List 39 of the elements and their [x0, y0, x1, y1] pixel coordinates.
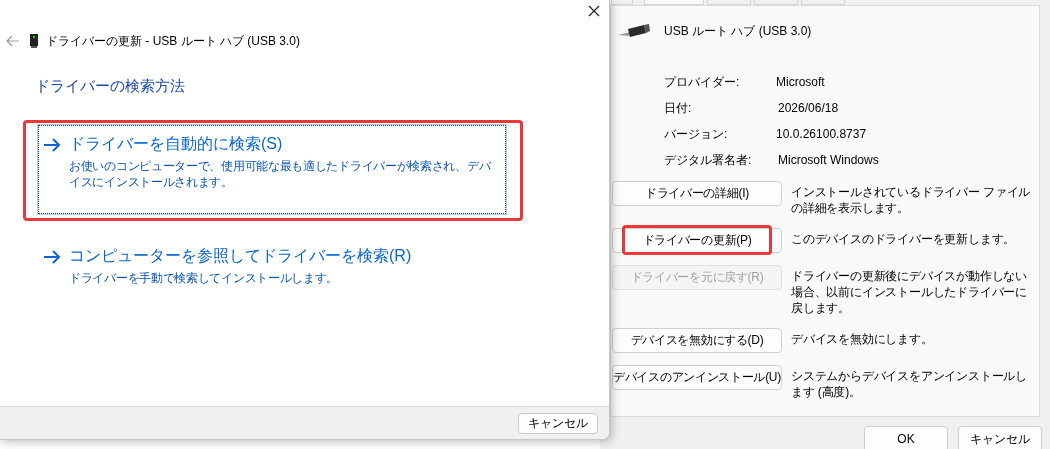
- driver-action-button[interactable]: ドライバーの詳細(I): [612, 181, 782, 206]
- action-description: ドライバーの更新後にデバイスが動作しない場合、以前にインストールしたドライバーに戻します。: [791, 268, 1028, 316]
- device-icon: [30, 34, 38, 48]
- field-value: 10.0.26100.8737: [776, 126, 868, 143]
- dialog-button[interactable]: OK: [864, 426, 948, 449]
- driver-action-button[interactable]: デバイスを無効にする(D): [612, 328, 782, 353]
- dialog-button[interactable]: キャンセル: [958, 426, 1042, 449]
- arrow-icon: [43, 250, 61, 264]
- field-value: Microsoft Windows: [777, 152, 880, 169]
- option-title: ドライバーを自動的に検索(S): [69, 134, 284, 154]
- back-arrow-icon[interactable]: [6, 35, 20, 47]
- tab[interactable]: [644, 0, 704, 5]
- tab[interactable]: [754, 0, 798, 5]
- field-label: デジタル署名者:: [664, 152, 753, 169]
- arrow-icon: [43, 138, 61, 152]
- field-label: プロバイダー:: [664, 74, 741, 91]
- action-description: インストールされているドライバー ファイルの詳細を表示します。: [791, 184, 1032, 216]
- search-option[interactable]: コンピューターを参照してドライバーを検索(R) ドライバーを手動で検索してインストールします。: [38, 237, 506, 295]
- field-label: バージョン:: [664, 126, 729, 143]
- option-description: ドライバーを手動で検索してインストールします。: [69, 271, 340, 286]
- device-name: USB ルート ハブ (USB 3.0): [664, 22, 812, 40]
- action-description: デバイスを無効にします。: [791, 331, 934, 347]
- field-value: Microsoft: [776, 74, 826, 91]
- option-description: お使いのコンピューターで、使用可能な最も適したドライバーが検索され、デバイスにインストールされます。: [69, 159, 492, 190]
- wizard-title: ドライバーの更新 - USB ルート ハブ (USB 3.0): [46, 32, 301, 50]
- cancel-button[interactable]: キャンセル: [518, 412, 598, 434]
- tab[interactable]: [801, 0, 845, 5]
- field-label: 日付:: [664, 100, 693, 117]
- driver-action-button[interactable]: デバイスのアンインストール(U): [612, 365, 782, 390]
- action-description: このデバイスのドライバーを更新します。: [791, 231, 1017, 247]
- tab[interactable]: [611, 0, 633, 5]
- search-option[interactable]: ドライバーを自動的に検索(S) お使いのコンピューターで、使用可能な最も適したドライバーが検索され、デバイスにインストールされます。: [38, 125, 506, 214]
- driver-action-button[interactable]: ドライバーの更新(P): [612, 228, 782, 253]
- wizard-heading: ドライバーの検索方法: [35, 77, 186, 96]
- action-description: システムからデバイスをアンインストールします (高度)。: [791, 368, 1028, 400]
- close-icon[interactable]: [588, 5, 600, 17]
- option-title: コンピューターを参照してドライバーを検索(R): [69, 246, 412, 266]
- tab[interactable]: [707, 0, 751, 5]
- field-value: 2026/06/18: [777, 100, 840, 117]
